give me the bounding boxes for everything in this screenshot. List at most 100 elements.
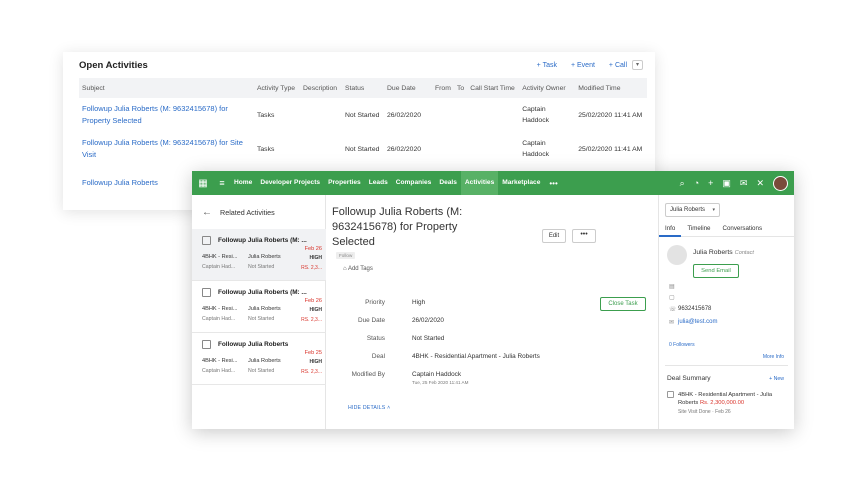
edit-button[interactable]: Edit	[542, 229, 566, 243]
divider	[665, 365, 788, 366]
related-item-priority: HIGH	[309, 359, 323, 365]
nav-item-home[interactable]: Home	[230, 171, 256, 195]
hide-details-label: HIDE DETAILS	[348, 405, 386, 411]
nav-item-developer-projects[interactable]: Developer Projects	[256, 171, 324, 195]
column-header[interactable]: Status	[342, 78, 384, 98]
plus-icon[interactable]: +	[708, 178, 713, 188]
contact-type: Contact	[734, 250, 754, 256]
back-arrow-icon[interactable]: ←	[202, 207, 212, 218]
related-item-contact: Julia Roberts	[248, 358, 281, 364]
table-row[interactable]: Followup Julia Roberts (M: 9632415678) f…	[79, 98, 647, 132]
activity-status: Not Started	[345, 111, 380, 119]
record-title: Followup Julia Roberts (M: 9632415678) f…	[332, 206, 463, 248]
related-item-status: Not Started	[248, 368, 275, 374]
new-deal-link[interactable]: + New	[769, 376, 784, 382]
nav-item-leads[interactable]: Leads	[365, 171, 392, 195]
calendar-icon[interactable]: ▣	[722, 178, 731, 189]
contact-phone[interactable]: 9632415678	[678, 306, 711, 312]
related-item-owner: Captain Had...	[202, 264, 236, 270]
nav-item-deals[interactable]: Deals	[435, 171, 461, 195]
more-options-button[interactable]: •••	[572, 229, 596, 243]
field-value: Captain Haddock	[412, 371, 462, 378]
column-header[interactable]: Call Start Time	[467, 78, 520, 98]
nav-item-properties[interactable]: Properties	[324, 171, 365, 195]
related-activities-panel: ← Related Activities Followup Julia Robe…	[192, 195, 326, 429]
send-email-button[interactable]: Send Email	[693, 264, 739, 278]
activity-subject-link[interactable]: Followup Julia Roberts (M: 9632415678) f…	[79, 132, 254, 166]
mail-icon[interactable]: ✉	[740, 178, 748, 189]
related-item-priority: HIGH	[309, 307, 323, 313]
field-value[interactable]: 26/02/2020	[412, 317, 444, 324]
nav-item-marketplace[interactable]: Marketplace	[498, 171, 544, 195]
nav-more-icon[interactable]: •••	[544, 179, 562, 188]
related-item-title: Followup Julia Roberts	[218, 341, 289, 348]
more-info-link[interactable]: More Info	[763, 354, 784, 360]
list-item[interactable]: Followup Julia Roberts Feb 25 4BHK - Res…	[192, 333, 326, 385]
related-item-date: Feb 26	[304, 246, 322, 252]
open-activities-title: Open Activities	[79, 60, 148, 71]
column-header[interactable]: Due Date	[384, 78, 432, 98]
activity-call-start	[467, 98, 519, 132]
deal-icon	[667, 391, 674, 398]
contact-select[interactable]: Julia Roberts ▾	[665, 203, 720, 217]
close-task-button[interactable]: Close Task	[600, 297, 646, 311]
mail-icon: ✉	[669, 320, 675, 326]
tab-info[interactable]: Info	[659, 223, 682, 237]
phone-icon: ☏	[669, 307, 677, 313]
menu-icon[interactable]: ≡	[214, 178, 230, 188]
column-header[interactable]: Subject	[79, 78, 254, 98]
add-event-link[interactable]: + Event	[571, 62, 595, 69]
column-header[interactable]: From	[432, 78, 454, 98]
info-tabs: Info Timeline Conversations	[659, 223, 794, 237]
column-header[interactable]: Activity Owner	[519, 78, 576, 98]
contact-email[interactable]: julia@test.com	[678, 319, 717, 325]
activity-type: Tasks	[257, 145, 275, 153]
follow-button[interactable]: Follow	[336, 252, 356, 259]
nav-icons: ⌕ ◔ + ▣ ✉ ✕	[680, 171, 788, 195]
app-grid-icon[interactable]: ▦	[192, 171, 214, 195]
tools-icon[interactable]: ✕	[756, 178, 764, 189]
related-item-amount: RS. 2,3...	[301, 317, 322, 323]
nav-item-companies[interactable]: Companies	[392, 171, 436, 195]
field-subvalue: Tue, 25 Feb 2020 11:41 AM	[412, 380, 469, 385]
chevron-down-icon: ▾	[712, 207, 715, 213]
related-item-priority: HIGH	[309, 255, 323, 261]
activity-from	[432, 132, 454, 166]
user-avatar[interactable]	[773, 175, 788, 191]
related-item-status: Not Started	[248, 316, 275, 322]
related-item-deal: 4BHK - Resi...	[202, 306, 238, 312]
related-item-deal: 4BHK - Resi...	[202, 254, 238, 260]
list-item[interactable]: Followup Julia Roberts (M: ... Feb 26 4B…	[192, 229, 326, 281]
chevron-down-icon[interactable]: ▾	[632, 60, 643, 70]
field-row-deal: Deal 4BHK - Residential Apartment - Juli…	[326, 349, 659, 367]
chevron-up-icon: ˄	[387, 405, 391, 411]
activity-to	[454, 132, 467, 166]
add-call-link[interactable]: + Call	[609, 62, 627, 69]
activity-subject-link[interactable]: Followup Julia Roberts (M: 9632415678) f…	[79, 98, 254, 132]
tab-timeline[interactable]: Timeline	[681, 223, 716, 237]
table-row[interactable]: Followup Julia Roberts (M: 9632415678) f…	[79, 132, 647, 166]
field-value[interactable]: Not Started	[412, 335, 444, 342]
task-icon	[202, 340, 211, 349]
column-header[interactable]: Modified Time	[575, 78, 647, 98]
search-icon[interactable]: ⌕	[680, 178, 685, 189]
field-value[interactable]: 4BHK - Residential Apartment - Julia Rob…	[412, 353, 540, 360]
column-header[interactable]: Description	[300, 78, 342, 98]
add-task-link[interactable]: + Task	[537, 62, 557, 69]
bell-icon[interactable]: ◔	[694, 178, 699, 188]
list-item[interactable]: Followup Julia Roberts (M: ... Feb 26 4B…	[192, 281, 326, 333]
deal-summary-item[interactable]: 4BHK - Residential Apartment - Julia Rob…	[678, 391, 788, 407]
task-icon	[202, 236, 211, 245]
add-tags-link[interactable]: ⌂ Add Tags	[343, 266, 373, 272]
related-item-title: Followup Julia Roberts (M: ...	[218, 289, 307, 296]
deal-amount: Rs. 2,300,000.00	[699, 400, 745, 406]
nav-item-activities[interactable]: Activities	[460, 171, 499, 195]
column-header[interactable]: To	[454, 78, 468, 98]
field-value[interactable]: High	[412, 299, 425, 306]
activity-due-date: 26/02/2020	[387, 111, 422, 119]
column-header[interactable]: Activity Type	[254, 78, 300, 98]
hide-details-link[interactable]: HIDE DETAILS ˄	[348, 405, 390, 411]
tab-conversations[interactable]: Conversations	[716, 223, 768, 237]
contact-name[interactable]: Julia Roberts Contact	[693, 249, 754, 256]
followers-link[interactable]: 0 Followers	[669, 342, 695, 348]
